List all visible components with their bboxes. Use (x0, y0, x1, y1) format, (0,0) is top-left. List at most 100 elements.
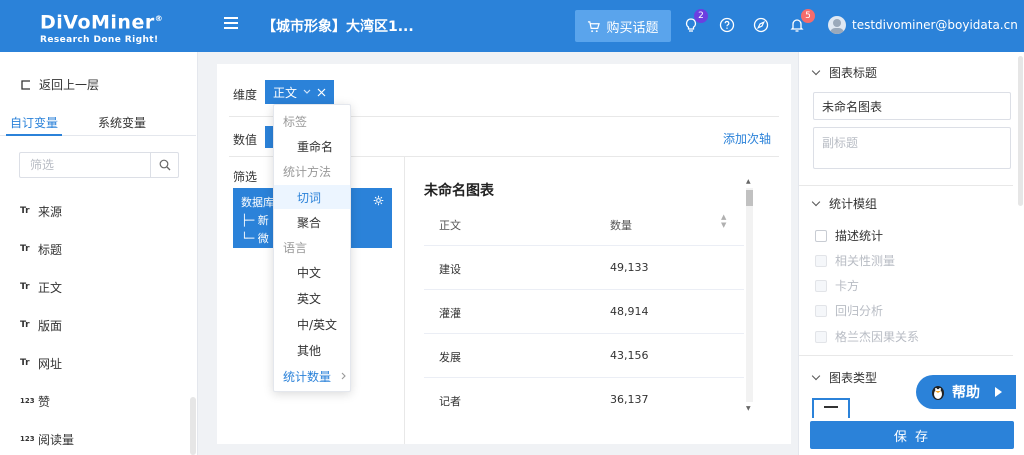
menu-group-language: 语言 (283, 240, 308, 255)
checkbox-regression: 回归分析 (815, 302, 883, 319)
variable-tabs: 自订变量 系统变量 (0, 108, 196, 136)
sort-icon[interactable]: ▲ ▼ (721, 213, 726, 229)
section-chart-type[interactable]: 图表类型 (811, 369, 878, 386)
list-item[interactable]: 123 赞 (0, 382, 196, 420)
search-icon (159, 159, 170, 171)
column-header-count[interactable]: 数量 (610, 217, 632, 233)
list-item[interactable]: 123 阅读量 (0, 420, 196, 455)
menu-item-count-stat[interactable]: 统计数量 (274, 364, 350, 388)
variable-label: 版面 (38, 318, 63, 333)
compass-icon[interactable] (753, 17, 769, 33)
list-item[interactable]: Tr 版面 (0, 306, 196, 344)
menu-item-word-segmentation[interactable]: 切词 (274, 185, 350, 209)
scrollbar-thumb[interactable] (746, 190, 753, 206)
subtitle-input[interactable] (813, 127, 1011, 169)
logo-registered-mark: ® (154, 14, 164, 23)
gear-icon[interactable] (373, 195, 384, 206)
cell-term: 发展 (439, 351, 461, 364)
search-button[interactable] (150, 153, 178, 177)
checkbox-label: 格兰杰因果关系 (835, 330, 920, 344)
logo-tagline: Research Done Right! (40, 35, 159, 46)
table-row: 灌灌 48,914 (424, 290, 744, 334)
filter-card-line: ├─ 新 (241, 214, 269, 227)
cell-count: 43,156 (610, 349, 649, 362)
logo[interactable]: DiVoMiner® Research Done Right! (40, 8, 163, 45)
chart-type-table-option[interactable] (812, 398, 850, 418)
section-label: 统计模组 (829, 197, 878, 211)
user-email: testdivominer@boyidata.cn (852, 18, 1018, 32)
buy-topic-label: 购买话题 (606, 20, 659, 36)
filter-input[interactable] (20, 153, 148, 177)
text-type-icon: Tr (20, 358, 30, 368)
back-button[interactable]: 返回上一层 (20, 76, 99, 93)
buy-topic-button[interactable]: 购买话题 (575, 10, 671, 42)
menu-toggle-icon[interactable] (224, 17, 238, 29)
list-item[interactable]: Tr 正文 (0, 268, 196, 306)
cell-term: 建设 (439, 263, 461, 276)
table-row: 发展 43,156 (424, 334, 744, 378)
list-item[interactable]: Tr 网址 (0, 344, 196, 382)
help-circle-icon[interactable] (719, 17, 735, 33)
checkbox-chi-square: 卡方 (815, 277, 859, 294)
chart-title-input[interactable] (813, 92, 1011, 120)
list-item[interactable]: Tr 标题 (0, 230, 196, 268)
divider (799, 185, 1013, 186)
menu-item-other[interactable]: 其他 (274, 338, 350, 362)
menu-item-chinese[interactable]: 中文 (274, 260, 350, 284)
tab-system-variables[interactable]: 系统变量 (98, 114, 146, 131)
back-arrow-icon (21, 79, 30, 90)
save-button[interactable]: 保 存 (810, 421, 1014, 449)
logo-text: DiVoMiner (40, 11, 155, 34)
scroll-down-icon[interactable]: ▼ (746, 405, 751, 412)
dimension-tag[interactable]: 正文 (265, 80, 335, 104)
menu-item-aggregate[interactable]: 聚合 (274, 210, 350, 234)
dimension-label: 维度 (233, 88, 258, 102)
checkbox-granger-causality: 格兰杰因果关系 (815, 328, 919, 345)
section-stat-module[interactable]: 统计模组 (811, 195, 878, 212)
sidebar-scrollbar[interactable] (190, 397, 196, 455)
project-title[interactable]: 【城市形象】大湾区1... (262, 16, 414, 36)
section-label: 图表标题 (829, 66, 878, 80)
menu-group-tag: 标签 (283, 114, 308, 129)
help-button[interactable]: 帮助 (916, 375, 1016, 409)
settings-scrollbar[interactable] (1018, 56, 1023, 206)
checkbox-descriptive-stats[interactable]: 描述统计 (815, 227, 883, 244)
chevron-down-icon[interactable] (303, 89, 311, 95)
top-header: DiVoMiner® Research Done Right! 【城市形象】大湾… (0, 0, 1024, 52)
table-header: 正文 数量 ▲ ▼ (424, 202, 744, 246)
chart-title: 未命名图表 (424, 183, 494, 199)
user-menu[interactable]: testdivominer@boyidata.cn (828, 16, 1018, 34)
text-type-icon: Tr (20, 206, 30, 216)
menu-item-chinese-english[interactable]: 中/英文 (274, 312, 350, 336)
cell-count: 49,133 (610, 261, 649, 274)
tab-custom-variables[interactable]: 自订变量 (10, 114, 58, 131)
checkbox-label: 描述统计 (835, 229, 884, 243)
column-header-term[interactable]: 正文 (439, 217, 461, 233)
table-scrollbar[interactable]: ▲ ▼ (743, 178, 755, 414)
penguin-icon (932, 386, 944, 400)
scroll-up-icon[interactable]: ▲ (746, 178, 751, 185)
section-chart-title[interactable]: 图表标题 (811, 64, 878, 81)
cell-count: 48,914 (610, 305, 649, 318)
number-type-icon: 123 (20, 397, 35, 405)
menu-group-stat-method: 统计方法 (283, 164, 332, 179)
add-secondary-axis-link[interactable]: 添加次轴 (723, 130, 771, 147)
checkbox-label: 回归分析 (835, 304, 884, 318)
section-label: 图表类型 (829, 371, 878, 385)
filter-card-line: └─ 微 (241, 232, 269, 245)
table-row: 记者 36,137 (424, 378, 744, 422)
close-icon[interactable] (317, 88, 326, 97)
list-item[interactable]: Tr 来源 (0, 192, 196, 230)
result-table: 正文 数量 ▲ ▼ 建设 49,133 灌灌 48,914 发展 43,156 记者 36… (424, 202, 744, 422)
variable-filter (19, 152, 179, 178)
checkbox-label: 相关性测量 (835, 254, 896, 268)
menu-item-count-stat-label: 统计数量 (283, 369, 332, 384)
cell-term: 记者 (439, 395, 461, 408)
checkbox-box (815, 304, 827, 317)
checkbox-label: 卡方 (835, 279, 860, 293)
variable-label: 正文 (38, 280, 63, 295)
variable-list: Tr 来源 Tr 标题 Tr 正文 Tr 版面 Tr 网址 123 赞 123 阅读量 (0, 192, 196, 455)
menu-item-english[interactable]: 英文 (274, 286, 350, 310)
filter-card-line: 数据库 (241, 196, 274, 209)
menu-item-rename[interactable]: 重命名 (274, 134, 350, 158)
